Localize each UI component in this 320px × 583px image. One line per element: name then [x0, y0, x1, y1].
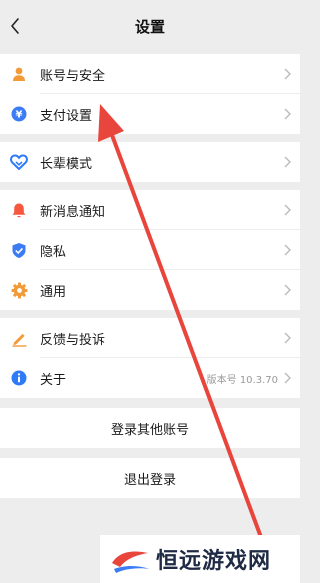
settings-item-feedback[interactable]: 反馈与投诉	[0, 318, 300, 358]
chevron-right-icon	[284, 332, 291, 344]
person-icon	[10, 65, 28, 83]
settings-item-label: 支付设置	[40, 108, 93, 124]
settings-item-general[interactable]: 通用	[0, 270, 300, 310]
settings-item-privacy[interactable]: 隐私	[0, 230, 300, 270]
watermark-text: 恒远游戏网	[156, 548, 272, 574]
chevron-right-icon	[284, 284, 291, 296]
settings-item-label: 反馈与投诉	[40, 332, 106, 348]
info-icon	[10, 369, 28, 387]
elder-heart-icon	[10, 153, 28, 171]
settings-item-payment[interactable]: ¥ 支付设置	[0, 94, 300, 134]
login-other-account-button[interactable]: 登录其他账号	[0, 408, 300, 448]
logo-icon	[112, 551, 150, 573]
gear-icon	[10, 281, 28, 299]
yen-icon: ¥	[10, 105, 28, 123]
settings-item-account-security[interactable]: 账号与安全	[0, 54, 300, 94]
settings-item-label: 关于	[40, 372, 67, 388]
settings-item-label: 长辈模式	[40, 156, 93, 172]
settings-group-elder: 长辈模式	[0, 142, 300, 182]
settings-item-notifications[interactable]: 新消息通知	[0, 190, 300, 230]
chevron-right-icon	[284, 372, 291, 384]
settings-group-general: 新消息通知 隐私 通用	[0, 190, 300, 310]
chevron-left-icon	[11, 18, 19, 34]
nav-bar: 设置	[0, 0, 300, 52]
page-title: 设置	[134, 17, 165, 36]
settings-group-account: 账号与安全 ¥ 支付设置	[0, 54, 300, 134]
chevron-right-icon	[284, 204, 291, 216]
svg-text:¥: ¥	[16, 110, 23, 121]
settings-item-elder-mode[interactable]: 长辈模式	[0, 142, 300, 182]
chevron-right-icon	[284, 244, 291, 256]
settings-item-label: 账号与安全	[40, 68, 106, 84]
chevron-right-icon	[284, 68, 291, 80]
pencil-icon	[10, 329, 28, 347]
chevron-right-icon	[284, 156, 291, 168]
settings-item-label: 新消息通知	[40, 204, 106, 220]
back-button[interactable]	[4, 14, 26, 38]
logout-button[interactable]: 退出登录	[0, 458, 300, 498]
settings-group-about: 反馈与投诉 关于 版本号 10.3.70	[0, 318, 300, 398]
chevron-right-icon	[284, 108, 291, 120]
watermark: 恒远游戏网	[100, 535, 300, 583]
shield-check-icon	[10, 241, 28, 259]
bell-icon	[10, 201, 28, 219]
version-text: 版本号 10.3.70	[206, 374, 278, 386]
settings-item-label: 隐私	[40, 244, 67, 260]
settings-item-label: 通用	[40, 284, 67, 300]
settings-item-about[interactable]: 关于 版本号 10.3.70	[0, 358, 300, 398]
